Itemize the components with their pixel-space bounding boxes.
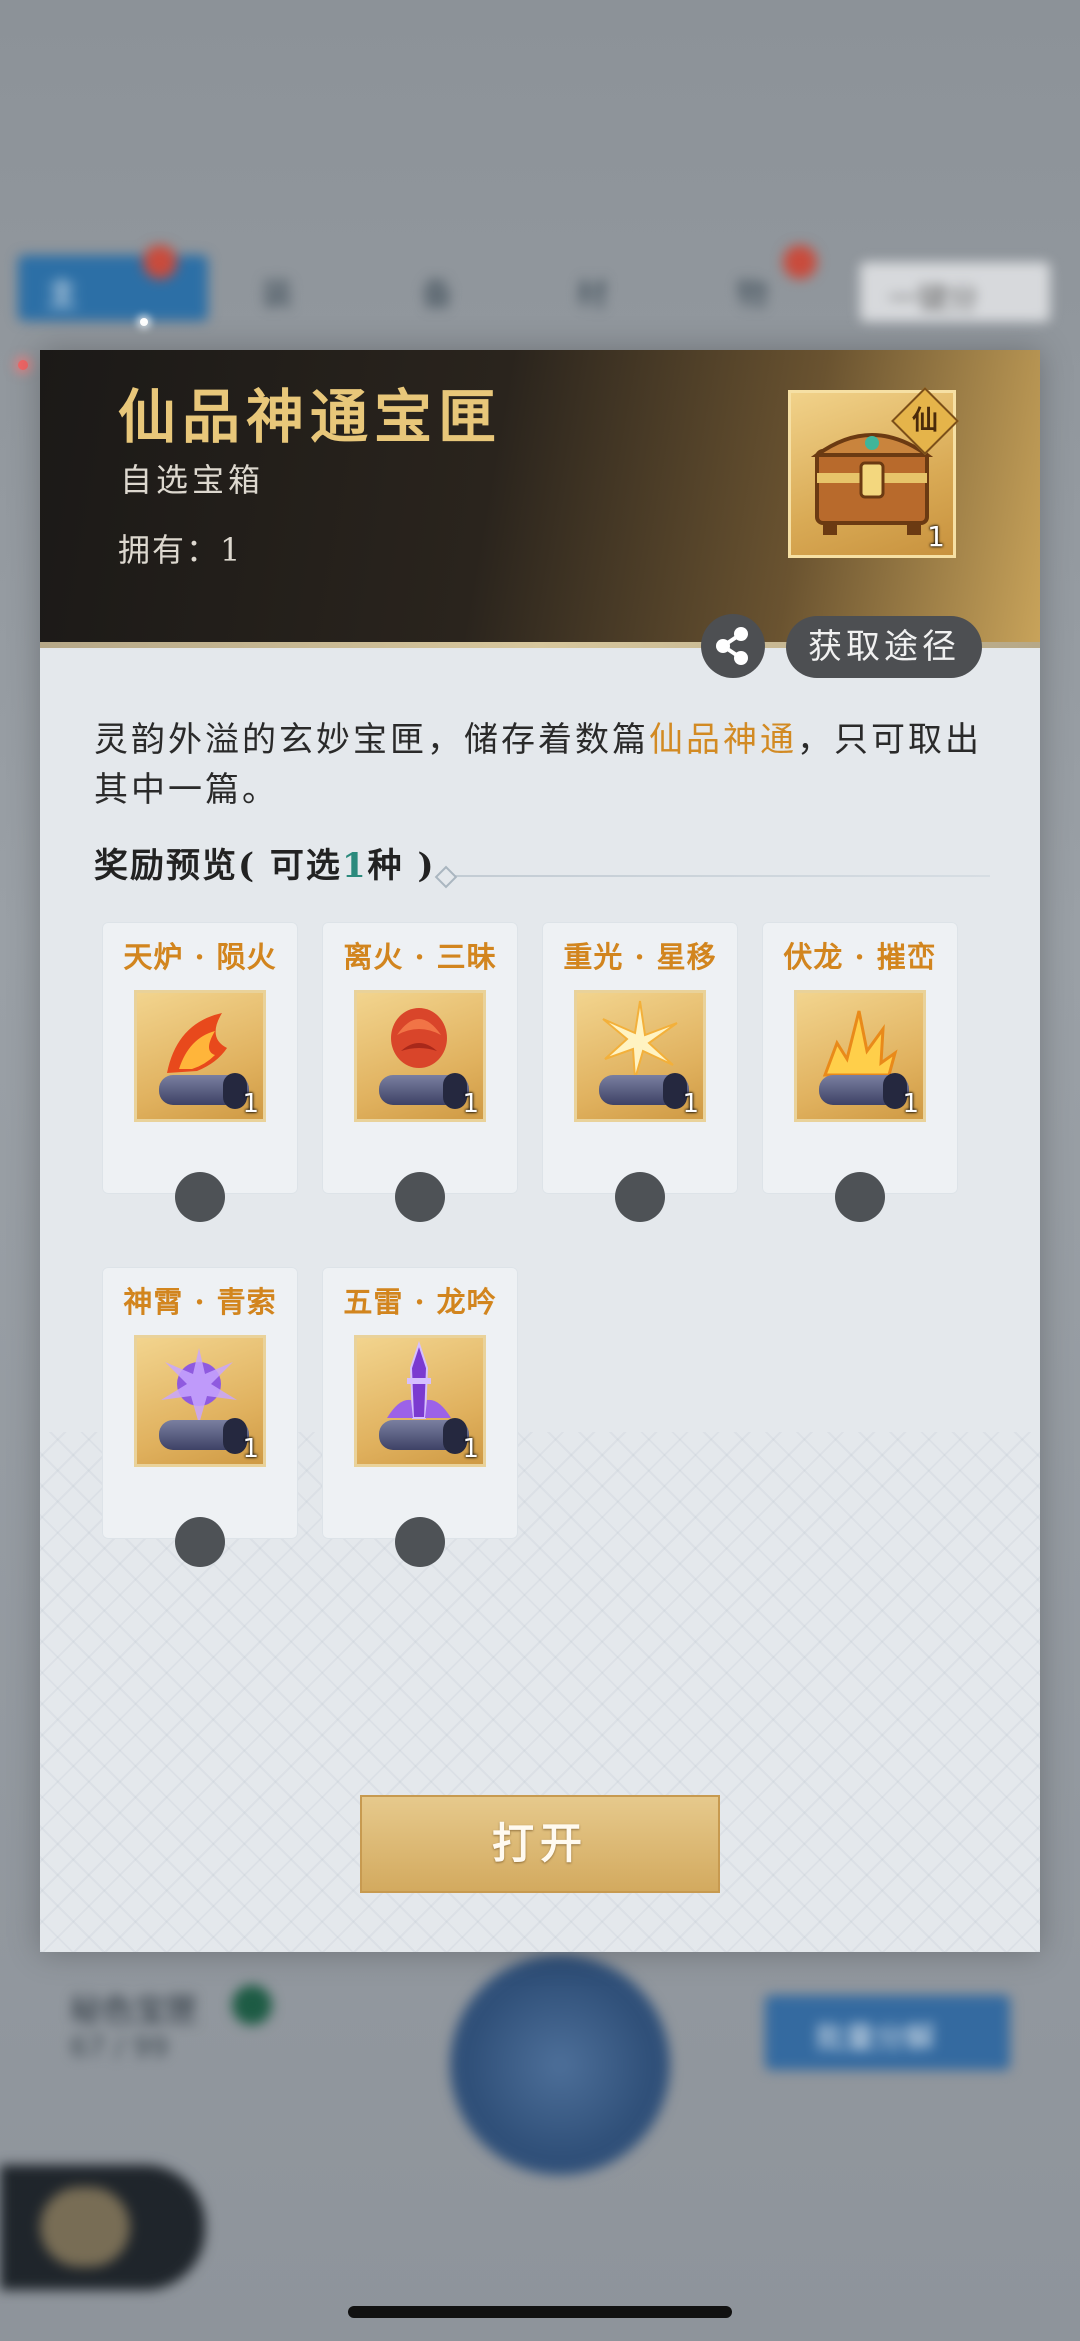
reward-count: 1	[242, 1434, 259, 1464]
star-burst-scroll-icon: 1	[574, 990, 706, 1122]
share-icon	[716, 627, 748, 665]
fire-lotus-scroll-icon: 1	[354, 990, 486, 1122]
sparkle-icon	[140, 318, 148, 326]
reward-select-radio[interactable]	[395, 1517, 445, 1567]
treasure-chest-icon: 仙 1	[788, 387, 959, 558]
reward-name: 伏龙 · 摧峦	[783, 940, 937, 974]
reward-count: 1	[902, 1089, 919, 1119]
background-tab: 材	[576, 275, 609, 313]
reward-select-radio[interactable]	[835, 1172, 885, 1222]
reward-count: 1	[682, 1089, 699, 1119]
item-subtitle: 自选宝箱	[120, 461, 265, 499]
reward-name: 五雷 · 龙吟	[343, 1285, 497, 1319]
section-divider	[445, 875, 990, 877]
item-count: 1	[927, 520, 945, 553]
reward-select-radio[interactable]	[615, 1172, 665, 1222]
open-button[interactable]: 打开	[360, 1795, 720, 1893]
background-tab: 装	[261, 275, 294, 313]
background-action-button: 批量分解	[765, 1995, 1010, 2070]
reward-card[interactable]: 天炉 · 陨火 1	[102, 922, 298, 1222]
background-left-bar	[0, 2165, 205, 2290]
reward-name: 天炉 · 陨火	[123, 940, 277, 974]
reward-name: 神霄 · 青索	[123, 1285, 277, 1319]
reward-name: 重光 · 星移	[563, 940, 717, 974]
dialog-header: 仙品神通宝匣 自选宝箱 拥有：1 仙 1	[40, 350, 1040, 642]
golden-flame-scroll-icon: 1	[794, 990, 926, 1122]
background-progress-value: 67 / 99	[70, 2030, 169, 2063]
sparkle-icon	[18, 360, 28, 370]
reward-select-radio[interactable]	[175, 1517, 225, 1567]
owned-count: 拥有：1	[118, 531, 243, 569]
description-text: 灵韵外溢的玄妙宝匣，储存着数篇	[94, 720, 649, 760]
reward-count: 1	[462, 1089, 479, 1119]
item-title: 仙品神通宝匣	[118, 383, 503, 451]
item-description: 灵韵外溢的玄妙宝匣，储存着数篇仙品神通，只可取出其中一篇。	[94, 715, 994, 815]
background-right-button: 一键分	[860, 262, 1050, 322]
background-progress-label: 秘色宝匣	[70, 1991, 199, 2029]
reward-card[interactable]: 神霄 · 青索 1	[102, 1267, 298, 1567]
reward-name: 离火 · 三昧	[343, 940, 497, 974]
background-tab: 备	[421, 275, 454, 313]
reward-count: 1	[462, 1434, 479, 1464]
background-green-dot	[232, 1985, 272, 2025]
flame-scroll-icon: 1	[134, 990, 266, 1122]
description-highlight: 仙品神通	[649, 720, 797, 760]
share-button[interactable]	[701, 614, 765, 678]
emblem-icon	[40, 2187, 130, 2267]
reward-card[interactable]: 五雷 · 龙吟 1	[322, 1267, 518, 1567]
home-indicator[interactable]	[348, 2306, 732, 2318]
purple-sword-scroll-icon: 1	[354, 1335, 486, 1467]
reward-card[interactable]: 伏龙 · 摧峦 1	[762, 922, 958, 1222]
notification-dot	[143, 245, 177, 279]
reward-count: 1	[242, 1089, 259, 1119]
item-detail-dialog: 仙品神通宝匣 自选宝箱 拥有：1 仙 1 获取途径 灵韵外溢的玄妙宝匣，储存着数…	[40, 350, 1040, 1952]
obtain-source-button[interactable]: 获取途径	[786, 616, 982, 678]
background-tab: 主	[18, 255, 208, 321]
reward-select-radio[interactable]	[175, 1172, 225, 1222]
reward-card[interactable]: 重光 · 星移 1	[542, 922, 738, 1222]
background-round-icon	[450, 1955, 670, 2175]
reward-card[interactable]: 离火 · 三昧 1	[322, 922, 518, 1222]
diamond-ornament-icon	[434, 865, 458, 889]
notification-dot	[783, 245, 817, 279]
purple-lightning-scroll-icon: 1	[134, 1335, 266, 1467]
reward-preview-title: 奖励预览( 可选1种 )	[94, 846, 436, 886]
reward-select-radio[interactable]	[395, 1172, 445, 1222]
